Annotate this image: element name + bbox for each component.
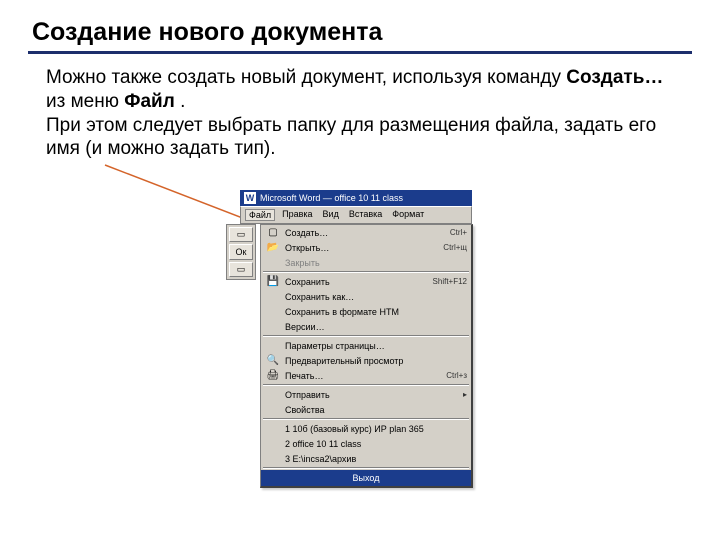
menu-insert[interactable]: Вставка bbox=[346, 209, 385, 221]
menu-item-label: Сохранить как… bbox=[285, 292, 467, 302]
menu-format[interactable]: Формат bbox=[389, 209, 427, 221]
menu-item-label: 2 office 10 11 class bbox=[285, 439, 467, 449]
para-strong-file: Файл bbox=[124, 91, 175, 112]
menu-item[interactable]: Свойства bbox=[261, 402, 471, 417]
menu-view[interactable]: Вид bbox=[320, 209, 342, 221]
menu-item-hotkey: Ctrl+ bbox=[446, 228, 467, 237]
menu-item[interactable]: 🖨 Печать…Ctrl+з bbox=[261, 368, 471, 383]
para-seg1: Можно также создать новый документ, испо… bbox=[46, 67, 566, 88]
blank-icon bbox=[265, 256, 281, 269]
tool-button[interactable]: ▭ bbox=[229, 262, 253, 277]
menu-item-label: Создать… bbox=[285, 228, 446, 238]
preview-icon: 🔍 bbox=[265, 354, 281, 367]
menu-item-label: Печать… bbox=[285, 371, 442, 381]
print-icon: 🖨 bbox=[265, 369, 281, 382]
open-icon: 📂 bbox=[265, 241, 281, 254]
blank-icon bbox=[265, 422, 281, 435]
file-menu-dropdown: ▢ Создать…Ctrl+ 📂 Открыть…Ctrl+щ Закрыть 💾 Сох… bbox=[260, 224, 473, 488]
menu-item-label: Версии… bbox=[285, 322, 467, 332]
menu-item-label: 1 10б (базовый курс) ИР plan 365 bbox=[285, 424, 467, 434]
para-strong-create: Создать… bbox=[566, 67, 663, 88]
menu-item-label: 3 E:\incsa2\архив bbox=[285, 454, 467, 464]
menu-separator bbox=[263, 418, 469, 420]
blank-icon bbox=[265, 339, 281, 352]
blank-icon bbox=[265, 452, 281, 465]
menu-item[interactable]: Сохранить как… bbox=[261, 289, 471, 304]
menu-item-exit[interactable]: Выход bbox=[261, 470, 471, 486]
menu-edit[interactable]: Правка bbox=[279, 209, 315, 221]
titlebar: W Microsoft Word — office 10 11 class bbox=[240, 190, 472, 206]
menu-item-label: Закрыть bbox=[285, 258, 467, 268]
para-line2: При этом следует выбрать папку для разме… bbox=[46, 115, 656, 160]
page-title: Создание нового документа bbox=[32, 18, 692, 47]
menu-item[interactable]: 3 E:\incsa2\архив bbox=[261, 451, 471, 466]
menu-separator bbox=[263, 467, 469, 469]
menu-item[interactable]: Версии… bbox=[261, 319, 471, 334]
menu-item-label: Свойства bbox=[285, 405, 467, 415]
window-title: Microsoft Word — office 10 11 class bbox=[260, 193, 403, 203]
new-icon: ▢ bbox=[265, 226, 281, 239]
tool-button[interactable]: ▭ bbox=[229, 227, 253, 242]
menu-item-label: Сохранить bbox=[285, 277, 429, 287]
blank-icon bbox=[265, 403, 281, 416]
menu-item-hotkey: ▸ bbox=[459, 390, 467, 399]
menu-separator bbox=[263, 271, 469, 273]
menubar: Файл Правка Вид Вставка Формат bbox=[240, 206, 472, 224]
word-icon: W bbox=[244, 192, 256, 204]
title-underline bbox=[28, 51, 692, 54]
menu-item[interactable]: Отправить▸ bbox=[261, 387, 471, 402]
menu-item[interactable]: Сохранить в формате HTM bbox=[261, 304, 471, 319]
word-screenshot: W Microsoft Word — office 10 11 class Фа… bbox=[240, 190, 472, 488]
menu-item-hotkey: Ctrl+з bbox=[442, 371, 467, 380]
save-icon: 💾 bbox=[265, 275, 281, 288]
menu-item-label: Параметры страницы… bbox=[285, 341, 467, 351]
menu-separator bbox=[263, 335, 469, 337]
menu-item-label: Открыть… bbox=[285, 243, 439, 253]
menu-item[interactable]: Параметры страницы… bbox=[261, 338, 471, 353]
menu-item[interactable]: 2 office 10 11 class bbox=[261, 436, 471, 451]
para-seg3: . bbox=[180, 91, 185, 112]
tool-button[interactable]: Ок bbox=[229, 244, 253, 259]
blank-icon bbox=[265, 437, 281, 450]
para-seg2: из меню bbox=[46, 91, 124, 112]
menu-item[interactable]: 1 10б (базовый курс) ИР plan 365 bbox=[261, 421, 471, 436]
blank-icon bbox=[265, 320, 281, 333]
menu-file[interactable]: Файл bbox=[245, 209, 275, 221]
menu-separator bbox=[263, 384, 469, 386]
menu-item-hotkey: Ctrl+щ bbox=[439, 243, 467, 252]
menu-item-hotkey: Shift+F12 bbox=[429, 277, 467, 286]
menu-item[interactable]: ▢ Создать…Ctrl+ bbox=[261, 225, 471, 240]
blank-icon bbox=[265, 305, 281, 318]
menu-item-label: Предварительный просмотр bbox=[285, 356, 467, 366]
menu-item[interactable]: 🔍 Предварительный просмотр bbox=[261, 353, 471, 368]
menu-item[interactable]: 📂 Открыть…Ctrl+щ bbox=[261, 240, 471, 255]
menu-item[interactable]: 💾 СохранитьShift+F12 bbox=[261, 274, 471, 289]
blank-icon bbox=[265, 388, 281, 401]
toolbar-fragment: ▭ Ок ▭ bbox=[226, 224, 256, 280]
blank-icon bbox=[265, 290, 281, 303]
menu-item[interactable]: Закрыть bbox=[261, 255, 471, 270]
menu-item-label: Сохранить в формате HTM bbox=[285, 307, 467, 317]
body-paragraph: Можно также создать новый документ, испо… bbox=[46, 66, 674, 161]
menu-item-label: Отправить bbox=[285, 390, 459, 400]
